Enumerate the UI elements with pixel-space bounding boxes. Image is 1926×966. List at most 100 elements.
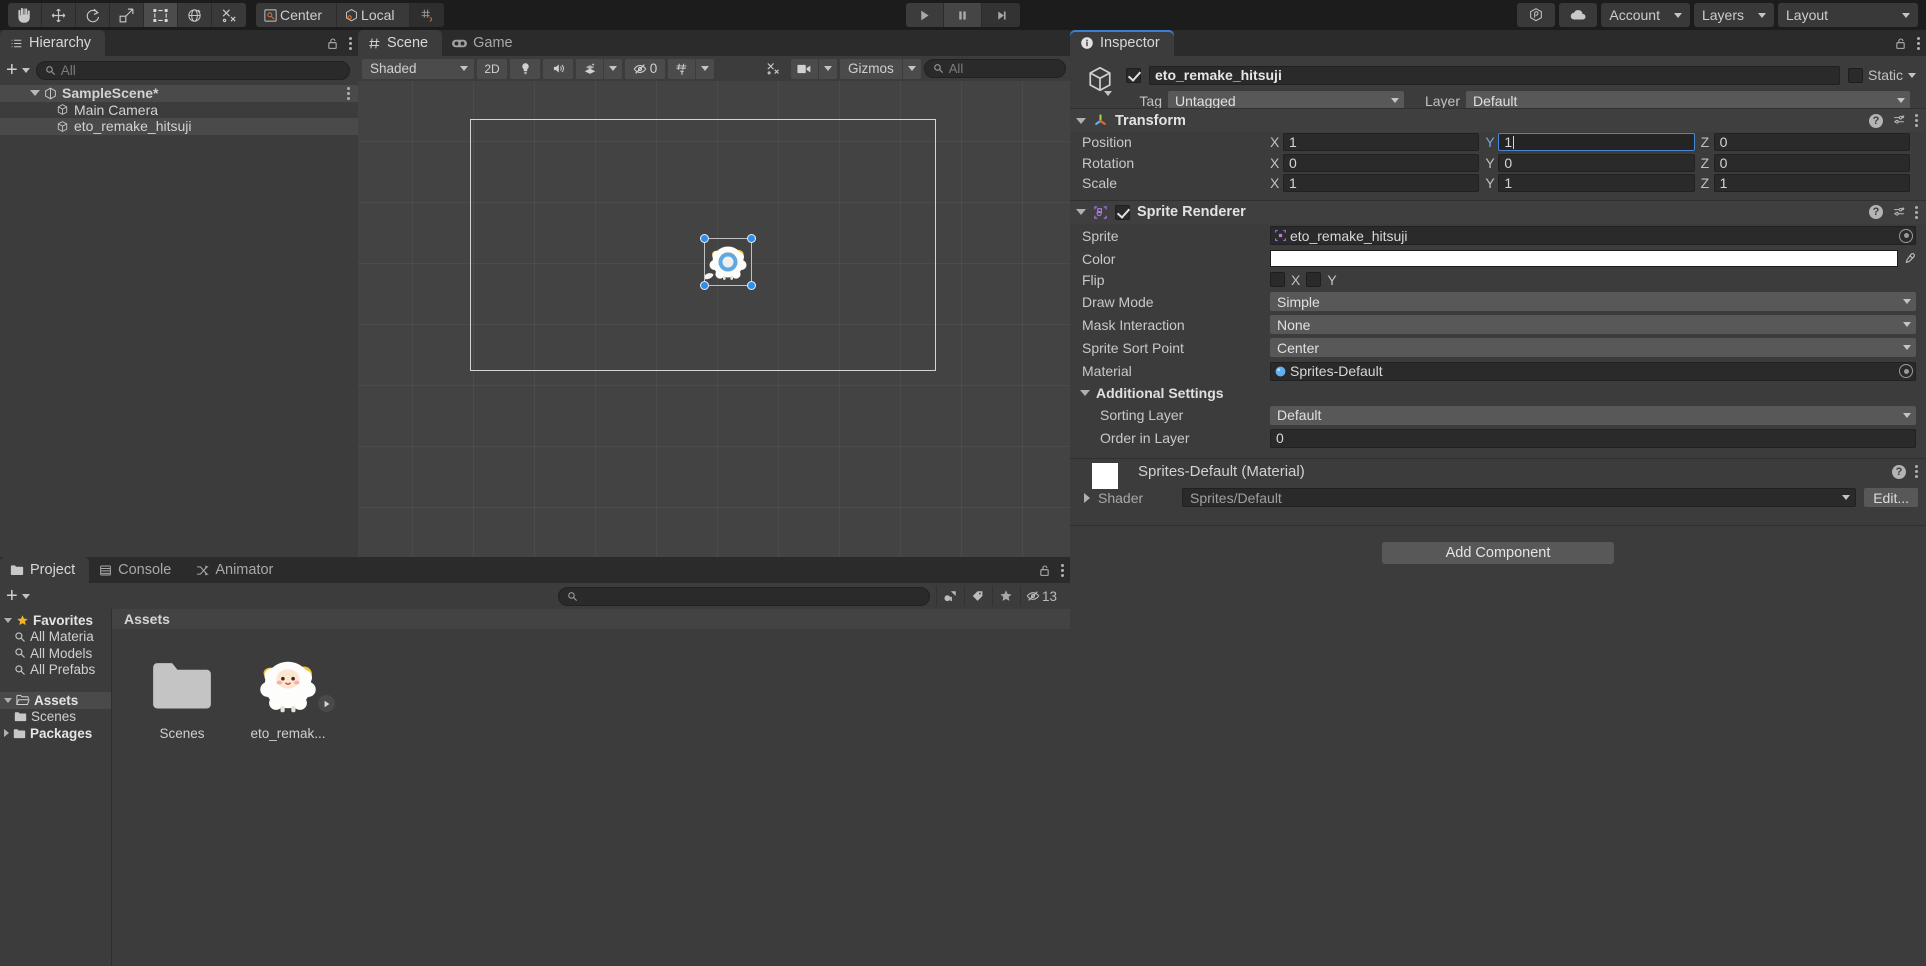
color-swatch-field[interactable] (1270, 250, 1898, 267)
expand-arrow-icon[interactable] (1076, 118, 1086, 124)
preset-icon[interactable] (1892, 206, 1906, 219)
flip-y-checkbox[interactable] (1306, 272, 1321, 287)
asset-item-scenes[interactable]: Scenes (134, 649, 230, 741)
sprite-renderer-enabled-checkbox[interactable] (1115, 205, 1130, 220)
help-icon[interactable]: ? (1892, 465, 1906, 479)
position-z-input[interactable]: 0 (1714, 133, 1910, 151)
step-button[interactable] (982, 3, 1020, 27)
account-button[interactable]: Account (1601, 3, 1690, 27)
position-y-input[interactable]: 1 (1498, 133, 1694, 151)
chevron-down-icon[interactable] (1104, 91, 1112, 96)
scene-fx-dropdown[interactable] (604, 59, 622, 79)
expand-arrow-icon[interactable] (4, 698, 12, 703)
scene-row-menu-icon[interactable] (347, 87, 350, 100)
draw-mode-dropdown[interactable]: Simple (1270, 292, 1916, 311)
pivot-rotation-button[interactable]: Local (337, 3, 409, 27)
favorites-star-icon[interactable] (992, 586, 1020, 606)
material-object-field[interactable]: Sprites-Default (1270, 362, 1916, 381)
transform-tool-button[interactable] (178, 3, 212, 27)
lock-icon[interactable] (326, 37, 339, 50)
rotate-tool-button[interactable] (76, 3, 110, 27)
add-component-button[interactable]: Add Component (1382, 542, 1614, 564)
filter-by-label-icon[interactable] (964, 586, 992, 606)
scene-fx-icon[interactable] (576, 59, 604, 79)
position-x-input[interactable]: 1 (1283, 133, 1479, 151)
expand-arrow-icon[interactable] (30, 90, 40, 96)
scene-audio-icon[interactable] (543, 59, 573, 79)
rect-tool-button[interactable] (144, 3, 178, 27)
scene-lighting-icon[interactable] (510, 59, 540, 79)
hierarchy-item-main-camera[interactable]: Main Camera (0, 102, 358, 119)
gameobject-name-input[interactable]: eto_remake_hitsuji (1149, 66, 1840, 85)
tab-hierarchy[interactable]: Hierarchy (0, 30, 105, 56)
create-asset-button[interactable]: + (6, 589, 30, 603)
scale-z-input[interactable]: 1 (1714, 174, 1910, 192)
asset-preview-button[interactable] (318, 695, 335, 712)
gameobject-cube-icon[interactable] (1085, 64, 1115, 94)
material-preview-header[interactable]: Sprites-Default (Material) ? (1070, 459, 1926, 485)
lock-icon[interactable] (1038, 564, 1051, 577)
tab-inspector[interactable]: Inspector (1070, 30, 1174, 56)
scene-tools-icon[interactable] (758, 59, 788, 79)
hierarchy-menu-icon[interactable] (349, 37, 352, 50)
draw-mode-dropdown[interactable]: Shaded (362, 59, 474, 79)
shader-edit-button[interactable]: Edit... (1864, 488, 1918, 507)
tree-item-all-materials[interactable]: All Materia (0, 629, 111, 646)
chevron-down-icon[interactable] (1908, 73, 1916, 78)
order-in-layer-input[interactable]: 0 (1270, 429, 1916, 448)
pause-button[interactable] (944, 3, 982, 27)
sorting-layer-dropdown[interactable]: Default (1270, 406, 1916, 425)
move-tool-button[interactable] (42, 3, 76, 27)
scene-camera-dropdown[interactable] (819, 59, 837, 79)
hidden-packages-count[interactable]: 13 (1020, 586, 1062, 606)
custom-tool-button[interactable] (212, 3, 246, 27)
rotation-x-input[interactable]: 0 (1283, 154, 1479, 172)
transform-component-header[interactable]: Transform ? (1070, 108, 1926, 132)
pivot-mode-button[interactable]: Center (256, 3, 337, 27)
asset-item-sprite[interactable]: eto_remak... (240, 649, 336, 741)
expand-arrow-icon[interactable] (4, 618, 12, 623)
gameobject-enabled-checkbox[interactable] (1126, 68, 1141, 83)
flip-x-checkbox[interactable] (1270, 272, 1285, 287)
tree-item-all-prefabs[interactable]: All Prefabs (0, 662, 111, 679)
transform-menu-icon[interactable] (1915, 114, 1918, 127)
additional-settings-header[interactable]: Additional Settings (1070, 383, 1926, 404)
material-menu-icon[interactable] (1915, 465, 1918, 478)
layout-button[interactable]: Layout (1778, 3, 1918, 27)
inspector-menu-icon[interactable] (1917, 37, 1920, 50)
scale-tool-button[interactable] (110, 3, 144, 27)
cloud-icon[interactable] (1559, 3, 1597, 27)
expand-arrow-icon[interactable] (1080, 390, 1090, 396)
expand-arrow-icon[interactable] (1076, 209, 1086, 215)
sort-point-dropdown[interactable]: Center (1270, 338, 1916, 357)
tree-item-all-models[interactable]: All Models (0, 645, 111, 662)
mask-interaction-dropdown[interactable]: None (1270, 315, 1916, 334)
scale-x-input[interactable]: 1 (1283, 174, 1479, 192)
create-gameobject-button[interactable]: + (6, 63, 30, 77)
scene-viewport[interactable] (358, 81, 1070, 557)
rotation-z-input[interactable]: 0 (1714, 154, 1910, 172)
filter-by-type-icon[interactable] (936, 586, 964, 606)
tree-item-packages[interactable]: Packages (0, 725, 111, 742)
sprite-renderer-menu-icon[interactable] (1915, 206, 1918, 219)
tab-console[interactable]: Console (89, 557, 185, 583)
resize-handle-bottom-left[interactable] (700, 281, 709, 290)
resize-handle-top-left[interactable] (700, 234, 709, 243)
project-search-input[interactable] (558, 587, 930, 606)
preset-icon[interactable] (1892, 114, 1906, 127)
material-picker-icon[interactable] (1899, 364, 1913, 378)
grid-snapping-button[interactable] (410, 3, 444, 27)
shader-dropdown[interactable]: Sprites/Default (1182, 488, 1856, 507)
sprite-renderer-component-header[interactable]: Sprite Renderer ? (1070, 200, 1926, 224)
hand-tool-button[interactable] (8, 3, 42, 27)
rotation-y-input[interactable]: 0 (1498, 154, 1694, 172)
gizmos-dropdown[interactable] (903, 59, 921, 79)
gizmos-button[interactable]: Gizmos (840, 59, 903, 79)
selected-sprite-gizmo[interactable] (704, 238, 752, 286)
pivot-handle[interactable] (719, 253, 738, 272)
tree-item-scenes[interactable]: Scenes (0, 709, 111, 726)
sprite-object-field[interactable]: eto_remake_hitsuji (1270, 226, 1916, 245)
toggle-2d-button[interactable]: 2D (477, 59, 507, 79)
scene-camera-icon[interactable] (791, 59, 819, 79)
resize-handle-top-right[interactable] (747, 234, 756, 243)
